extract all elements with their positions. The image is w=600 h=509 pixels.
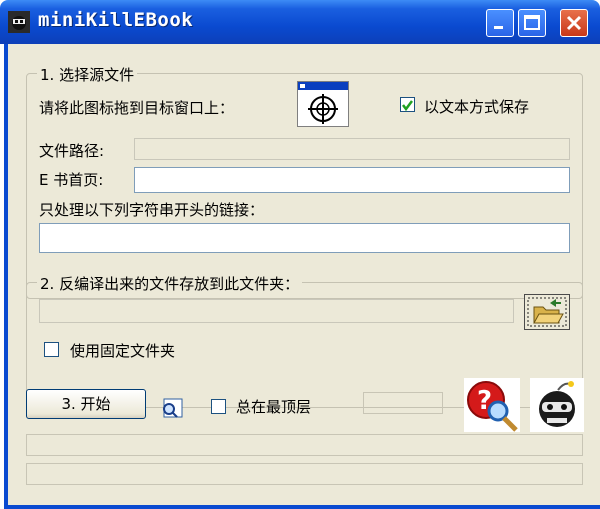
app-bomb-icon[interactable] (7, 10, 31, 34)
start-button[interactable]: 3. 开始 (26, 389, 146, 419)
file-path-field[interactable] (134, 138, 570, 160)
fixed-folder-checkbox[interactable] (44, 342, 59, 357)
bomb-icon[interactable] (530, 378, 584, 432)
output-folder-field[interactable] (39, 299, 514, 323)
minimize-button[interactable] (486, 9, 514, 37)
checkmark-icon (402, 100, 413, 112)
ebook-home-field[interactable] (134, 167, 570, 193)
drag-label: 请将此图标拖到目标窗口上： (39, 99, 235, 117)
close-icon (566, 15, 582, 31)
save-as-text-label: 以文本方式保存 (424, 98, 530, 116)
window-title: miniKillEBook (38, 9, 194, 31)
crosshair-drag-target[interactable] (297, 81, 349, 127)
always-on-top-checkbox[interactable] (211, 399, 226, 414)
minimize-icon (494, 26, 503, 29)
status-bar-1 (26, 434, 583, 456)
file-path-label: 文件路径: (39, 142, 105, 160)
open-folder-icon (527, 297, 567, 327)
browse-folder-button[interactable] (524, 294, 570, 330)
client-area: 1. 选择源文件 请将此图标拖到目标窗口上： 以文本方式保存 文件路径: E 书… (4, 44, 600, 509)
title-bar[interactable]: miniKillEBook (0, 0, 600, 44)
fixed-folder-label: 使用固定文件夹 (70, 342, 176, 360)
crosshair-target-icon (298, 82, 348, 124)
status-bar-2 (26, 463, 583, 485)
save-as-text-checkbox[interactable] (400, 97, 415, 112)
link-prefix-label: 只处理以下列字符串开头的链接： (39, 201, 265, 219)
status-panel (363, 392, 443, 414)
help-search-icon[interactable]: ? (464, 378, 520, 432)
source-group-title: 1. 选择源文件 (37, 64, 138, 85)
app-window: miniKillEBook 1. 选择源文件 请将此图标拖到目标窗口上： 以文本… (0, 0, 600, 509)
link-prefix-field[interactable] (39, 223, 570, 253)
ebook-home-label: E 书首页: (39, 171, 104, 189)
always-on-top-label: 总在最顶层 (236, 398, 312, 416)
maximize-button[interactable] (518, 9, 546, 37)
source-file-group: 1. 选择源文件 请将此图标拖到目标窗口上： 以文本方式保存 文件路径: E 书… (26, 64, 583, 299)
maximize-icon (524, 15, 540, 30)
close-button[interactable] (560, 9, 588, 37)
find-window-icon[interactable] (160, 397, 184, 419)
output-group-title: 2. 反编译出来的文件存放到此文件夹： (37, 273, 303, 294)
